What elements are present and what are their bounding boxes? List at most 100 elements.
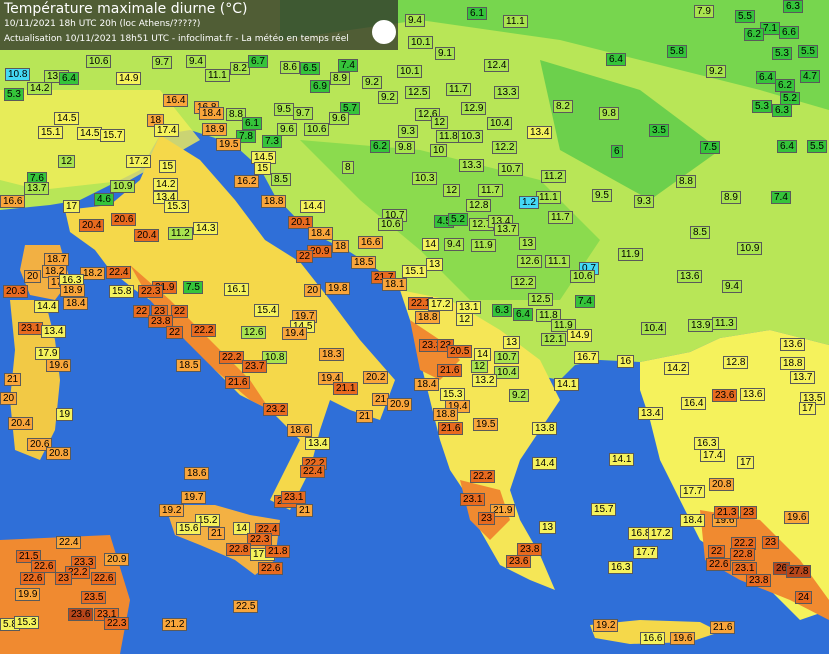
station-temperature-label: 23 [55, 572, 73, 585]
station-temperature-label: 13.3 [459, 159, 485, 172]
station-temperature-label: 11.7 [478, 184, 503, 197]
station-temperature-label: 13.6 [780, 338, 806, 351]
station-temperature-label: 18 [332, 240, 350, 253]
station-temperature-label: 22 [708, 545, 726, 558]
station-temperature-label: 9.2 [706, 65, 726, 78]
station-temperature-label: 20.6 [111, 213, 137, 226]
station-temperature-label: 8.5 [690, 226, 710, 239]
station-temperature-label: 22.3 [104, 617, 130, 630]
station-temperature-label: 23.2 [263, 403, 289, 416]
station-temperature-label: 6.1 [242, 117, 262, 130]
station-temperature-label: 15 [159, 160, 177, 173]
station-temperature-label: 5.3 [4, 88, 24, 101]
station-temperature-label: 18.1 [382, 278, 408, 291]
station-temperature-label: 12 [58, 155, 76, 168]
station-temperature-label: 14.4 [532, 457, 558, 470]
station-temperature-label: 13.7 [494, 223, 520, 236]
station-temperature-label: 19.5 [216, 138, 242, 151]
station-temperature-label: 6.6 [779, 26, 799, 39]
station-temperature-label: 22 [296, 250, 314, 263]
station-temperature-label: 13.3 [494, 86, 520, 99]
station-temperature-label: 23 [478, 512, 496, 525]
station-temperature-label: 7.4 [575, 295, 595, 308]
station-temperature-label: 11.1 [545, 255, 570, 268]
station-temperature-label: 10.9 [737, 242, 763, 255]
station-temperature-label: 14.1 [609, 453, 635, 466]
station-temperature-label: 6.3 [772, 104, 792, 117]
station-temperature-label: 21 [356, 410, 374, 423]
station-temperature-label: 9.1 [435, 47, 455, 60]
station-temperature-label: 10.4 [641, 322, 667, 335]
station-temperature-label: 10.3 [458, 130, 484, 143]
station-temperature-label: 10.6 [86, 55, 112, 68]
station-temperature-label: 20.4 [134, 229, 160, 242]
station-temperature-label: 12.5 [405, 86, 431, 99]
station-temperature-label: 18.6 [287, 424, 313, 437]
station-temperature-label: 6.3 [492, 304, 512, 317]
station-temperature-label: 23.1 [281, 491, 307, 504]
station-temperature-label: 15.8 [109, 285, 135, 298]
station-temperature-label: 15.3 [14, 616, 40, 629]
station-temperature-label: 6.4 [756, 71, 776, 84]
station-temperature-label: 13 [503, 336, 521, 349]
station-temperature-label: 16 [617, 355, 635, 368]
station-temperature-label: 12.6 [517, 255, 543, 268]
station-temperature-label: 12.1 [541, 333, 567, 346]
station-temperature-label: 21.6 [710, 621, 736, 634]
station-temperature-label: 19.8 [325, 282, 351, 295]
station-temperature-label: 18.3 [319, 348, 345, 361]
station-temperature-label: 18.8 [415, 311, 441, 324]
station-temperature-label: 7.5 [183, 281, 203, 294]
station-temperature-label: 5.2 [448, 213, 468, 226]
station-temperature-label: 20.4 [8, 417, 34, 430]
station-temperature-label: 16.2 [234, 175, 260, 188]
station-temperature-label: 10.8 [5, 68, 31, 81]
station-temperature-label: 21.6 [225, 376, 251, 389]
station-temperature-label: 19.2 [159, 504, 185, 517]
station-temperature-label: 17.2 [648, 527, 674, 540]
station-temperature-label: 16.6 [640, 632, 666, 645]
station-temperature-label: 19.5 [473, 418, 499, 431]
station-temperature-label: 6.9 [310, 80, 330, 93]
station-temperature-label: 11.9 [471, 239, 496, 252]
station-temperature-label: 10.6 [378, 218, 404, 231]
station-temperature-label: 13.4 [305, 437, 331, 450]
station-temperature-label: 20.2 [363, 371, 389, 384]
station-temperature-label: 24 [795, 591, 813, 604]
station-temperature-label: 10.7 [494, 351, 520, 364]
station-temperature-label: 10.1 [397, 65, 423, 78]
station-temperature-label: 11.2 [541, 170, 566, 183]
station-temperature-label: 12.8 [723, 356, 749, 369]
station-temperature-label: 15.1 [38, 126, 64, 139]
station-temperature-label: 22.6 [91, 572, 117, 585]
station-temperature-label: 23.6 [712, 389, 738, 402]
station-temperature-label: 16.6 [358, 236, 384, 249]
station-temperature-label: 11.3 [712, 317, 737, 330]
station-temperature-label: 20.3 [3, 285, 29, 298]
station-temperature-label: 9.4 [405, 14, 425, 27]
station-temperature-label: 5.5 [807, 140, 827, 153]
station-temperature-label: 23 [762, 536, 780, 549]
station-temperature-label: 9.3 [398, 125, 418, 138]
station-temperature-label: 6.2 [370, 140, 390, 153]
station-temperature-label: 15.7 [591, 503, 617, 516]
station-temperature-label: 17 [799, 402, 817, 415]
station-temperature-label: 12 [431, 116, 449, 129]
station-temperature-label: 20.5 [447, 345, 473, 358]
station-temperature-label: 9.8 [395, 141, 415, 154]
station-temperature-label: 19 [56, 408, 74, 421]
station-temperature-label: 5.3 [752, 100, 772, 113]
station-temperature-label: 10.4 [494, 366, 520, 379]
station-temperature-label: 7.4 [338, 59, 358, 72]
station-temperature-label: 5.8 [667, 45, 687, 58]
station-temperature-label: 23.8 [746, 574, 772, 587]
station-temperature-label: 21.8 [265, 545, 291, 558]
station-temperature-label: 17 [737, 456, 755, 469]
station-temperature-label: 23.1 [460, 493, 486, 506]
station-temperature-label: 19.2 [593, 619, 619, 632]
station-temperature-label: 1.2 [519, 196, 539, 209]
station-temperature-label: 14.4 [300, 200, 326, 213]
station-temperature-label: 22.4 [106, 266, 132, 279]
station-temperature-label: 13 [426, 258, 444, 271]
station-temperature-label: 21.6 [437, 364, 463, 377]
